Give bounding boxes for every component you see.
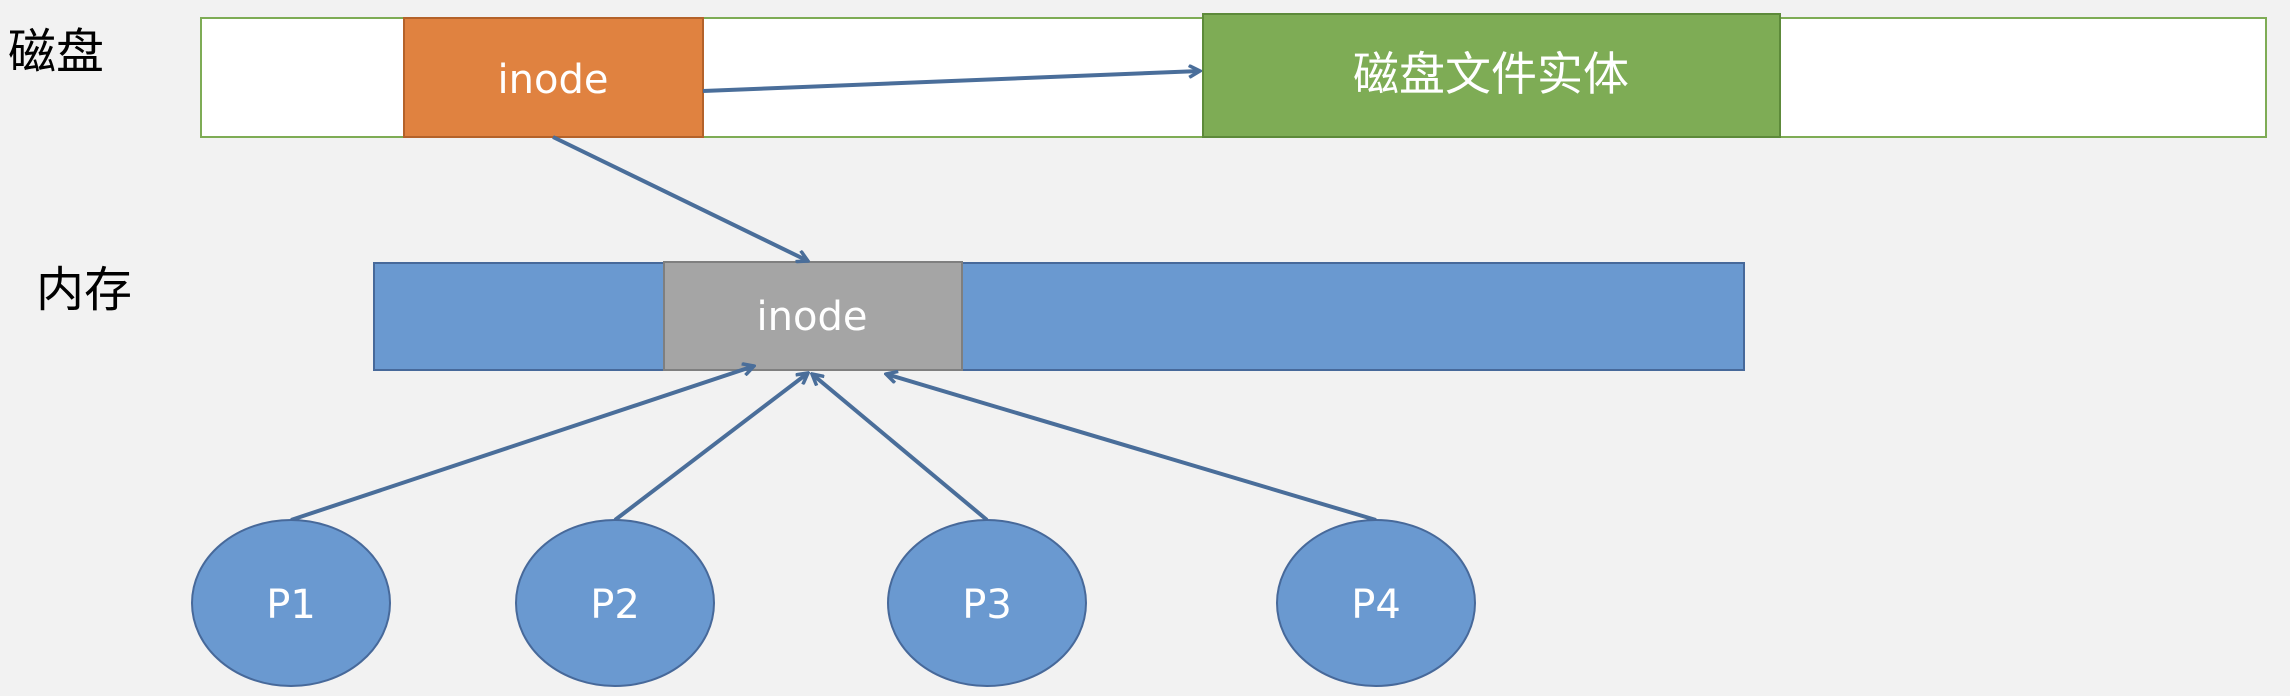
process-p4: P4 [1276,519,1476,687]
disk-inode-label: inode [498,57,609,103]
process-p2: P2 [515,519,715,687]
memory-bar [373,262,1745,371]
disk-label: 磁盘 [8,24,104,80]
process-p3-label: P3 [962,582,1012,628]
process-p1-label: P1 [266,582,316,628]
memory-inode-label: inode [757,294,868,340]
file-entity-label: 磁盘文件实体 [1353,47,1629,101]
process-p1: P1 [191,519,391,687]
arrow-p2-to-inode [613,373,808,522]
arrow-p1-to-inode [290,366,754,522]
process-p4-label: P4 [1351,582,1401,628]
arrow-disk-inode-to-memory-inode [552,135,808,261]
memory-label: 内存 [36,262,132,318]
process-p3: P3 [887,519,1087,687]
process-p2-label: P2 [590,582,640,628]
inode-diagram: 磁盘 内存 inode 磁盘文件实体 inode P1 P2 P3 P4 [8,13,2267,687]
